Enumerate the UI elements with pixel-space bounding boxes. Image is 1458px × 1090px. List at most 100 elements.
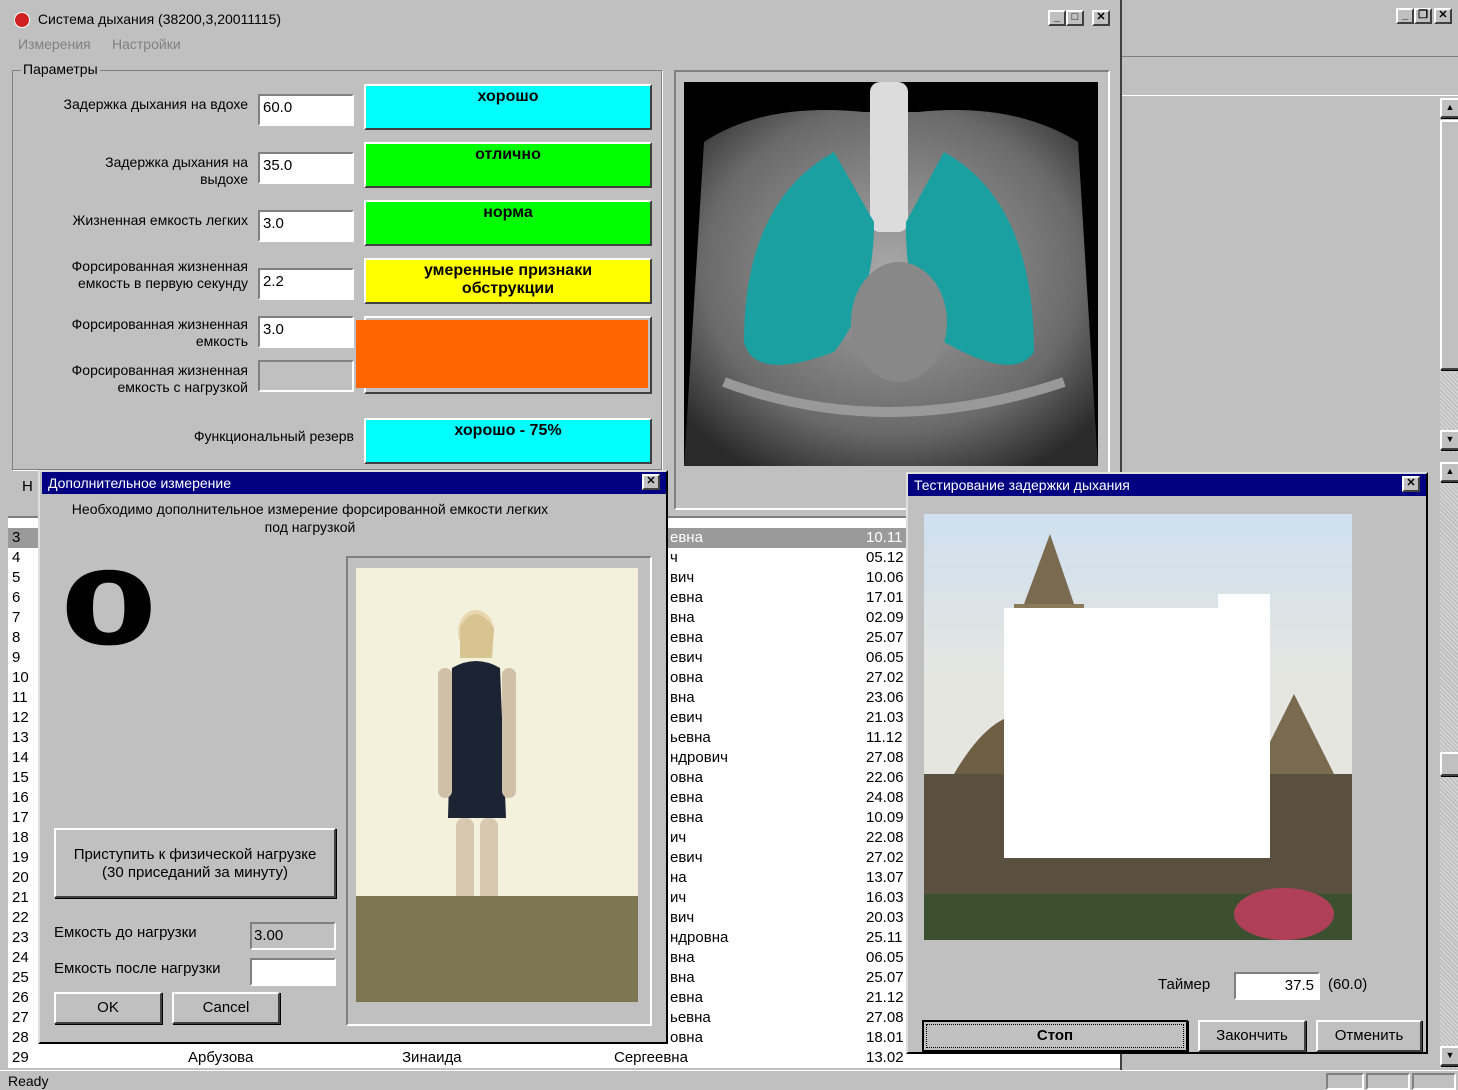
- list-row-date: 25.07: [866, 969, 904, 986]
- list-row-number[interactable]: 7: [12, 608, 20, 628]
- list-row-patronymic: ич: [670, 829, 687, 846]
- cancel-test-button[interactable]: Отменить: [1316, 1020, 1422, 1052]
- minimize-icon[interactable]: _: [1396, 8, 1414, 24]
- list-row-date: 22.06: [866, 769, 904, 786]
- before-load-value: 3.00: [250, 922, 336, 950]
- param-label-vc: Жизненная емкость легких: [72, 212, 249, 228]
- extra-dialog-title: Дополнительное измерение: [48, 475, 231, 491]
- list-row-number[interactable]: 9: [12, 648, 20, 668]
- list-row-number[interactable]: 10: [12, 668, 29, 688]
- after-load-input[interactable]: [250, 958, 336, 986]
- list-row-date: 16.03: [866, 889, 904, 906]
- list-row-date: 06.05: [866, 949, 904, 966]
- list-row-number[interactable]: 17: [12, 808, 29, 828]
- list-row-number[interactable]: 6: [12, 588, 20, 608]
- list-row-date: 27.02: [866, 849, 904, 866]
- list-row-number[interactable]: 25: [12, 968, 29, 988]
- list-row-number[interactable]: 3: [12, 528, 20, 548]
- menu-measurements[interactable]: Измерения: [18, 36, 91, 52]
- list-row-patronymic: евич: [670, 849, 703, 866]
- timer-label: Таймер: [1158, 976, 1211, 993]
- list-row-number[interactable]: 15: [12, 768, 29, 788]
- list-row-date: 27.02: [866, 669, 904, 686]
- list-row-patronymic: вна: [670, 969, 695, 986]
- start-exercise-button[interactable]: Приступить к физической нагрузке (30 при…: [54, 828, 336, 898]
- list-row-number[interactable]: 28: [12, 1028, 29, 1048]
- list-row-date: 20.03: [866, 909, 904, 926]
- list-row-number[interactable]: 11: [12, 688, 28, 708]
- list-row-number[interactable]: 20: [12, 868, 29, 888]
- bg-scrollbar-top[interactable]: ▲ ▼: [1440, 98, 1458, 452]
- list-row-number[interactable]: 8: [12, 628, 20, 648]
- param-status-inhale: хорошо: [364, 84, 652, 130]
- maximize-icon[interactable]: □: [1066, 10, 1084, 26]
- finish-button[interactable]: Закончить: [1198, 1020, 1306, 1052]
- status-pane-3: [1412, 1073, 1456, 1090]
- list-row-patronymic: евич: [670, 649, 703, 666]
- list-row-date: 23.06: [866, 689, 904, 706]
- list-row-number[interactable]: 4: [12, 548, 20, 568]
- ok-button[interactable]: OK: [54, 992, 162, 1024]
- timer-max: (60.0): [1328, 976, 1368, 993]
- status-bar: Ready: [0, 1070, 1458, 1090]
- list-row-patronymic: ич: [670, 889, 687, 906]
- close-icon[interactable]: ✕: [1402, 476, 1420, 492]
- lungs-illustration: [684, 82, 1098, 466]
- test-dialog-title: Тестирование задержки дыхания: [914, 477, 1130, 493]
- param-input-fvc[interactable]: 3.0: [258, 316, 354, 348]
- list-row-date: 24.08: [866, 789, 904, 806]
- list-row-number[interactable]: 21: [12, 888, 29, 908]
- scroll-thumb[interactable]: [1440, 120, 1458, 370]
- param-status-exhale: отлично: [364, 142, 652, 188]
- cancel-button[interactable]: Cancel: [172, 992, 280, 1024]
- lungs-image-frame: [674, 70, 1110, 510]
- list-row-date: 17.01: [866, 589, 904, 606]
- list-row-number[interactable]: 29: [12, 1048, 29, 1068]
- list-row-number[interactable]: 23: [12, 928, 29, 948]
- scroll-down-icon[interactable]: ▼: [1440, 430, 1458, 450]
- param-input-fev1[interactable]: 2.2: [258, 268, 354, 300]
- list-row-date: 21.03: [866, 709, 904, 726]
- list-row-number[interactable]: 13: [12, 728, 29, 748]
- main-titlebar: Система дыхания (38200,3,20011115) _ □ ✕: [8, 8, 1120, 30]
- minimize-icon[interactable]: _: [1048, 10, 1066, 26]
- list-row-number[interactable]: 16: [12, 788, 29, 808]
- floor: [356, 896, 638, 1002]
- close-icon[interactable]: ✕: [1434, 8, 1452, 24]
- list-row-number[interactable]: 5: [12, 568, 20, 588]
- param-input-exhale[interactable]: 35.0: [258, 152, 354, 184]
- param-input-vc[interactable]: 3.0: [258, 210, 354, 242]
- menu-settings[interactable]: Настройки: [112, 36, 181, 52]
- exercise-image-frame: [346, 556, 652, 1026]
- scroll-up-icon[interactable]: ▲: [1440, 98, 1458, 118]
- list-row-number[interactable]: 14: [12, 748, 29, 768]
- list-row-number[interactable]: 26: [12, 988, 29, 1008]
- list-row-number[interactable]: 12: [12, 708, 29, 728]
- list-row-date: 10.06: [866, 569, 904, 586]
- restore-icon[interactable]: ❐: [1414, 8, 1432, 24]
- scroll-down-icon[interactable]: ▼: [1440, 1046, 1458, 1066]
- before-load-label: Емкость до нагрузки: [54, 924, 197, 941]
- list-row-number[interactable]: 24: [12, 948, 29, 968]
- scroll-up-icon[interactable]: ▲: [1440, 462, 1458, 482]
- list-row-number[interactable]: 18: [12, 828, 29, 848]
- stop-button[interactable]: Стоп: [922, 1020, 1188, 1052]
- param-input-inhale[interactable]: 60.0: [258, 94, 354, 126]
- list-row-patronymic: евна: [670, 629, 703, 646]
- list-row-date: 11.12: [866, 729, 903, 746]
- temple-image: [924, 514, 1352, 940]
- bg-scrollbar-bottom[interactable]: ▲ ▼: [1440, 462, 1458, 1068]
- list-row-patronymic: ьевна: [670, 1009, 711, 1026]
- breath-test-dialog: Тестирование задержки дыхания ✕ Таймер 3…: [906, 472, 1428, 1054]
- list-row-patronymic: ьевна: [670, 729, 711, 746]
- list-row-number[interactable]: 19: [12, 848, 29, 868]
- list-row-number[interactable]: 27: [12, 1008, 29, 1028]
- list-row-date: 06.05: [866, 649, 904, 666]
- scroll-thumb[interactable]: [1440, 752, 1458, 776]
- list-row-number[interactable]: 22: [12, 908, 29, 928]
- close-icon[interactable]: ✕: [642, 474, 660, 490]
- app-icon: [14, 12, 30, 29]
- status-pane-2: [1366, 1073, 1410, 1090]
- list-row-date: 10.11: [866, 529, 903, 546]
- close-icon[interactable]: ✕: [1092, 10, 1110, 26]
